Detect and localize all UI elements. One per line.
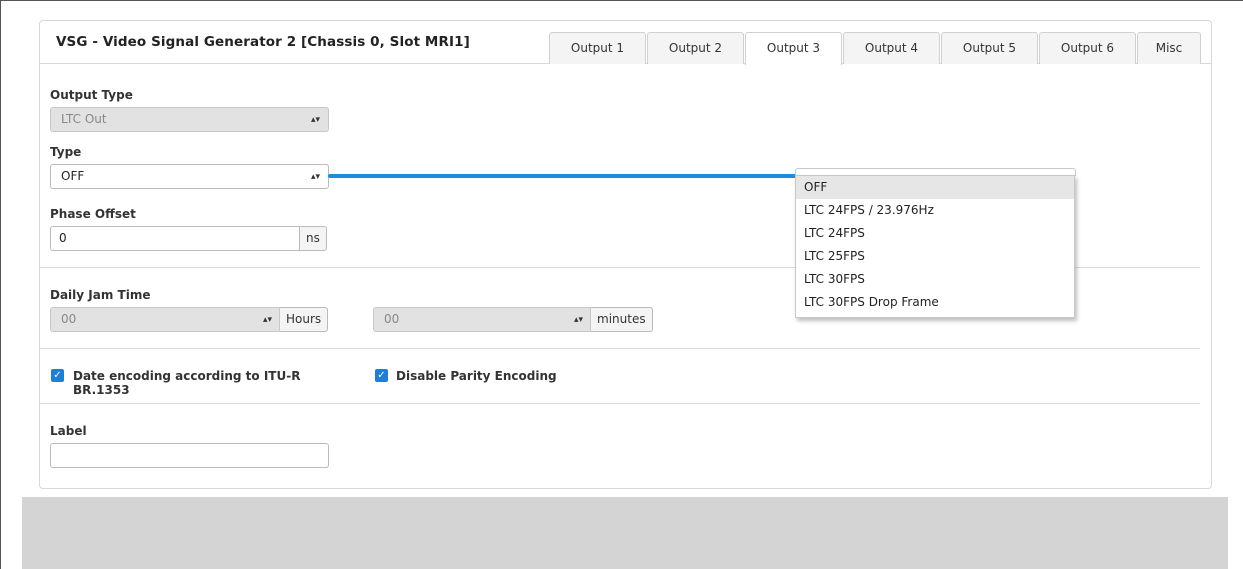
dropdown-option-ltc-24fps-23976[interactable]: LTC 24FPS / 23.976Hz <box>796 199 1074 222</box>
dropdown-option-ltc-30fps[interactable]: LTC 30FPS <box>796 268 1074 291</box>
jam-minutes-select[interactable]: 00 ▴▾ <box>373 307 591 332</box>
tab-output-3[interactable]: Output 3 <box>745 32 842 65</box>
updown-arrow-icon: ▴▾ <box>573 314 583 325</box>
dropdown-option-ltc-25fps[interactable]: LTC 25FPS <box>796 245 1074 268</box>
dropdown-option-ltc-24fps[interactable]: LTC 24FPS <box>796 222 1074 245</box>
divider <box>40 348 1200 349</box>
type-label: Type <box>50 145 82 159</box>
checkmark-icon: ✓ <box>53 370 62 381</box>
tab-output-4[interactable]: Output 4 <box>843 32 940 64</box>
date-encoding-checkbox[interactable]: ✓ <box>51 369 64 382</box>
updown-arrow-icon: ▴▾ <box>262 314 272 325</box>
date-encoding-label-line2: BR.1353 <box>73 383 130 397</box>
jam-hours-group: 00 ▴▾ Hours <box>50 307 329 332</box>
jam-minutes-group: 00 ▴▾ minutes <box>373 307 653 332</box>
updown-arrow-icon: ▴▾ <box>310 171 320 182</box>
tab-output-2[interactable]: Output 2 <box>647 32 744 64</box>
date-encoding-label-line1: Date encoding according to ITU-R <box>73 369 301 383</box>
panel-header: VSG - Video Signal Generator 2 [Chassis … <box>40 21 1211 65</box>
output-type-select[interactable]: LTC Out ▴▾ <box>50 107 329 132</box>
panel-title: VSG - Video Signal Generator 2 [Chassis … <box>56 34 470 50</box>
updown-arrow-icon: ▴▾ <box>310 114 320 125</box>
disable-parity-checkbox[interactable]: ✓ <box>375 369 388 382</box>
dropdown-option-off[interactable]: OFF <box>796 176 1074 199</box>
phase-offset-unit: ns <box>300 226 327 251</box>
jam-minutes-unit: minutes <box>591 307 653 332</box>
jam-minutes-value: 00 <box>384 312 400 326</box>
output-type-value: LTC Out <box>61 112 107 126</box>
tab-output-1[interactable]: Output 1 <box>549 32 646 64</box>
dropdown-option-ltc-30fps-drop-frame[interactable]: LTC 30FPS Drop Frame <box>796 291 1074 314</box>
jam-hours-select[interactable]: 00 ▴▾ <box>50 307 280 332</box>
label-input[interactable] <box>50 443 329 468</box>
phase-offset-group: 0 ns <box>50 226 327 251</box>
date-encoding-label: Date encoding according to ITU-R BR.1353 <box>73 369 300 397</box>
tab-output-6[interactable]: Output 6 <box>1039 32 1136 64</box>
type-dropdown-menu: OFF LTC 24FPS / 23.976Hz LTC 24FPS LTC 2… <box>795 175 1075 318</box>
daily-jam-time-label: Daily Jam Time <box>50 288 151 302</box>
phase-offset-input[interactable]: 0 <box>50 226 300 251</box>
dropdown-connector-line <box>328 174 798 178</box>
label-field-label: Label <box>50 424 87 438</box>
tab-misc[interactable]: Misc <box>1137 32 1201 64</box>
disable-parity-label: Disable Parity Encoding <box>396 369 557 383</box>
footer-bar <box>22 497 1228 569</box>
checkmark-icon: ✓ <box>377 370 386 381</box>
jam-hours-value: 00 <box>61 312 77 326</box>
jam-hours-unit: Hours <box>280 307 329 332</box>
divider <box>40 403 1200 404</box>
type-value: OFF <box>61 169 85 183</box>
tab-output-5[interactable]: Output 5 <box>941 32 1038 64</box>
type-select[interactable]: OFF ▴▾ <box>50 164 329 189</box>
output-type-label: Output Type <box>50 88 133 102</box>
phase-offset-label: Phase Offset <box>50 207 136 221</box>
output-tabs: Output 1 Output 2 Output 3 Output 4 Outp… <box>549 32 1202 65</box>
